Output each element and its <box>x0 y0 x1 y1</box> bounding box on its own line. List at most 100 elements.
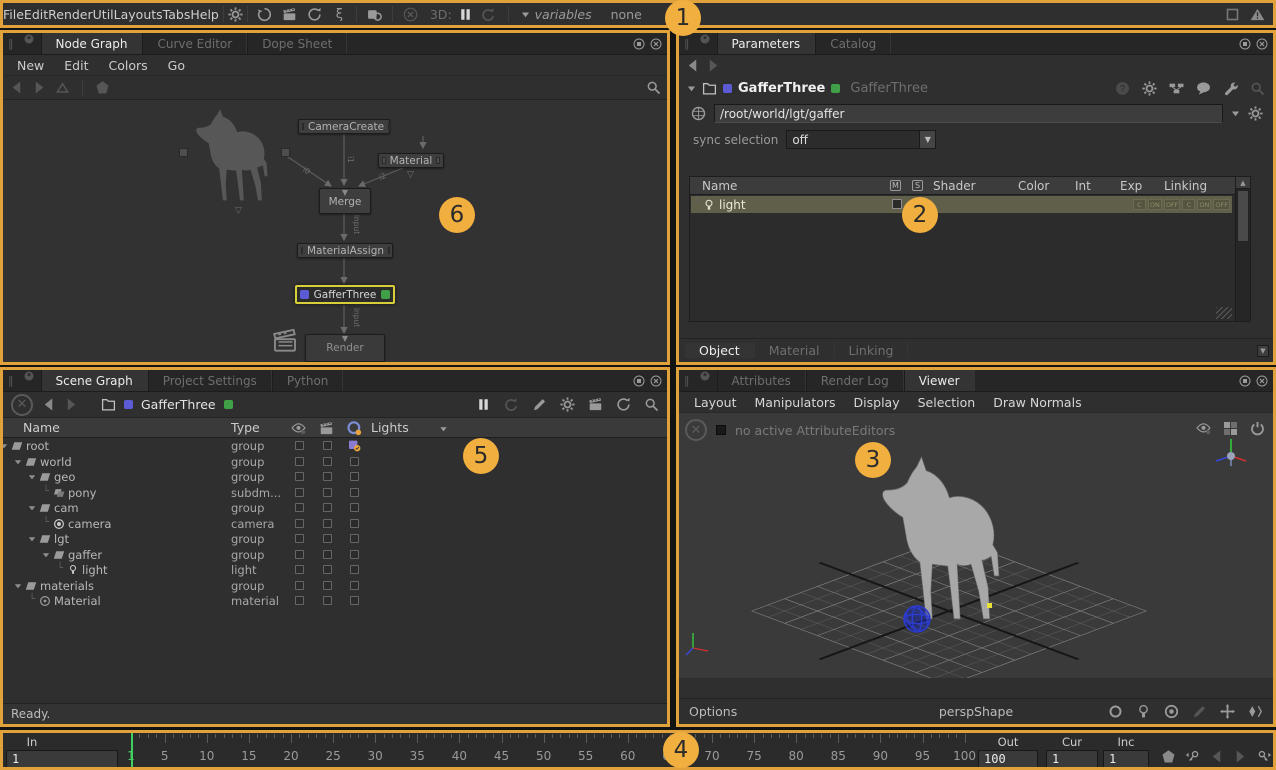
back-icon[interactable] <box>9 80 24 95</box>
render-checkbox[interactable] <box>323 596 332 605</box>
col-color[interactable]: Color <box>1018 177 1049 195</box>
render-checkbox[interactable] <box>323 488 332 497</box>
visibility-checkbox[interactable] <box>295 441 304 450</box>
scrollbar-thumb[interactable] <box>1237 190 1249 242</box>
viewer-menu-item-display[interactable]: Display <box>845 395 909 410</box>
wrench-icon[interactable] <box>1223 81 1238 96</box>
aperture-icon[interactable] <box>1164 704 1179 719</box>
forward-icon[interactable] <box>64 397 79 412</box>
power-icon[interactable] <box>1250 421 1265 436</box>
gear-icon[interactable] <box>1248 106 1263 121</box>
search-icon[interactable] <box>644 397 659 412</box>
parameters-tab-parameters[interactable]: Parameters <box>717 33 816 54</box>
pause-icon[interactable] <box>476 397 491 412</box>
menubar-item-edit[interactable]: Edit <box>24 7 48 22</box>
lights-filter-dropdown[interactable]: Lights <box>371 420 409 435</box>
visibility-checkbox[interactable] <box>295 519 304 528</box>
lights-column-icon[interactable] <box>347 421 362 436</box>
linking-button-c[interactable]: C <box>1182 199 1195 210</box>
forward-icon[interactable] <box>706 58 721 73</box>
recycle-icon[interactable] <box>257 7 272 22</box>
step-back-icon[interactable] <box>1209 749 1224 764</box>
lightbulb-icon[interactable] <box>1136 704 1151 719</box>
viewer-tab-viewer[interactable]: Viewer <box>904 370 975 391</box>
lights-checkbox[interactable] <box>350 550 359 559</box>
node-graph-menu-item-edit[interactable]: Edit <box>54 58 98 73</box>
viewer-tab-attributes[interactable]: Attributes <box>717 370 806 391</box>
pony-node-input-port[interactable] <box>179 148 188 157</box>
render-checkbox[interactable] <box>323 503 332 512</box>
lights-checkbox[interactable] <box>350 503 359 512</box>
name-column-header[interactable]: Name <box>23 420 60 435</box>
expander-icon[interactable] <box>28 504 36 512</box>
linking-button-c[interactable]: C <box>1133 199 1146 210</box>
gear-icon[interactable] <box>228 7 243 22</box>
preview-icon[interactable] <box>1108 704 1123 719</box>
lights-checkbox[interactable] <box>350 565 359 574</box>
visibility-checkbox[interactable] <box>295 457 304 466</box>
gear-icon[interactable] <box>1142 81 1157 96</box>
viewer-menu-item-layout[interactable]: Layout <box>685 395 746 410</box>
visibility-checkbox[interactable] <box>295 565 304 574</box>
node-graph-canvas[interactable]: ▽ ▽ ▽ CameraCreateMaterial▼MergeMaterial… <box>3 100 667 365</box>
viewer-tab-render-log[interactable]: Render Log <box>806 370 904 391</box>
pin-icon[interactable] <box>23 33 35 45</box>
inc-frame-input[interactable]: 1 <box>1103 750 1149 768</box>
col-solo[interactable]: S <box>912 180 923 191</box>
comment-icon[interactable] <box>1196 81 1211 96</box>
tree-row-world[interactable]: worldgroup <box>3 454 667 470</box>
up-icon[interactable] <box>55 80 70 95</box>
tree-row-geo[interactable]: geogroup <box>3 469 667 485</box>
refresh-icon[interactable] <box>616 397 631 412</box>
linking-button-off[interactable]: OFF <box>1213 199 1230 210</box>
render-checkbox[interactable] <box>323 565 332 574</box>
lights-checkbox[interactable] <box>350 457 359 466</box>
gaffer-tab-object[interactable]: Object <box>685 343 755 358</box>
node-graph-menu-item-go[interactable]: Go <box>158 58 195 73</box>
linking-button-on[interactable]: ON <box>1197 199 1211 210</box>
tree-row-light[interactable]: └lightlight <box>3 562 667 578</box>
pencil-icon[interactable] <box>532 397 547 412</box>
variables-value[interactable]: none <box>611 7 642 22</box>
close-icon[interactable] <box>1256 38 1268 50</box>
output-port[interactable] <box>436 157 440 164</box>
viewer-viewport[interactable]: ✕ no active AttributeEditors <box>679 413 1273 678</box>
hook-icon[interactable]: ξ <box>332 7 347 22</box>
scroll-up-icon[interactable]: ▲ <box>1236 177 1250 189</box>
visibility-checkbox[interactable] <box>295 596 304 605</box>
refresh-icon[interactable] <box>307 7 322 22</box>
expander-icon[interactable] <box>14 582 22 590</box>
viewer-menu-item-manipulators[interactable]: Manipulators <box>746 395 845 410</box>
scene-graph-tab-python[interactable]: Python <box>272 370 344 391</box>
render-settings-icon[interactable] <box>367 7 382 22</box>
parameters-tab-catalog[interactable]: Catalog <box>815 33 891 54</box>
render-checkbox[interactable] <box>323 581 332 590</box>
forward-icon[interactable] <box>32 80 47 95</box>
node-graph-tab-dope-sheet[interactable]: Dope Sheet <box>247 33 347 54</box>
render-checkbox[interactable] <box>323 441 332 450</box>
visibility-checkbox[interactable] <box>295 550 304 559</box>
tree-row-root[interactable]: rootgroup <box>3 438 667 454</box>
scenegraph-location-icon[interactable] <box>691 106 706 121</box>
node-color-swatch[interactable] <box>723 84 732 93</box>
col-linking[interactable]: Linking <box>1164 177 1207 195</box>
lights-checkbox[interactable] <box>350 581 359 590</box>
output-port[interactable] <box>388 247 390 254</box>
render-checkbox[interactable] <box>323 472 332 481</box>
in-frame-input[interactable]: 1 <box>6 750 118 768</box>
expander-icon[interactable] <box>14 458 22 466</box>
step-forward-icon[interactable] <box>1233 749 1248 764</box>
search-icon[interactable] <box>646 80 661 95</box>
type-column-header[interactable]: Type <box>231 420 260 435</box>
resize-grip[interactable] <box>1216 307 1232 319</box>
close-icon[interactable] <box>650 375 662 387</box>
drag-handle-icon[interactable]: ‖ <box>679 33 693 54</box>
minimize-icon[interactable] <box>1239 38 1251 50</box>
menubar-item-tabs[interactable]: Tabs <box>163 7 191 22</box>
render-checkbox[interactable] <box>323 550 332 559</box>
back-icon[interactable] <box>41 397 56 412</box>
help-icon[interactable]: ? <box>1115 81 1130 96</box>
out-frame-input[interactable]: 100 <box>978 750 1038 768</box>
node-graph-tab-curve-editor[interactable]: Curve Editor <box>142 33 247 54</box>
variables-dropdown[interactable]: variables none <box>521 7 642 22</box>
